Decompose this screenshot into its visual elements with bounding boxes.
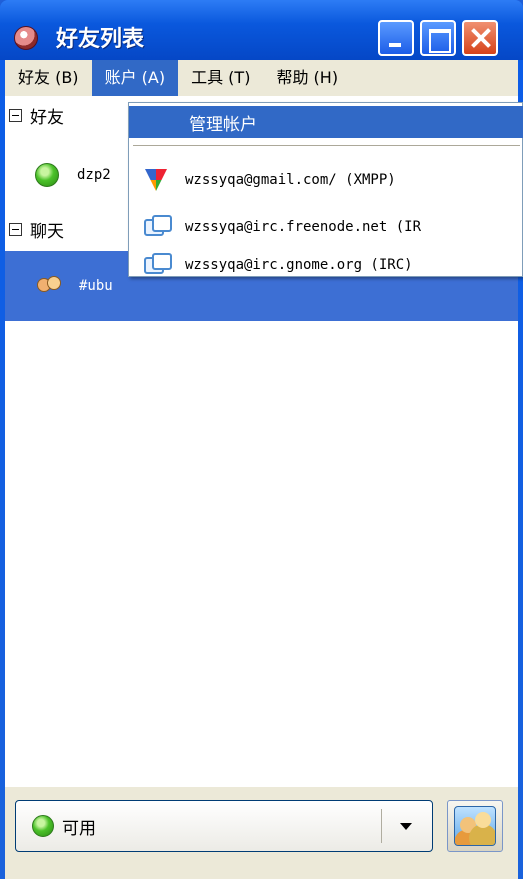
status-label: 可用 <box>62 818 96 839</box>
combo-divider <box>381 809 382 843</box>
minimize-button[interactable] <box>378 20 414 56</box>
group-label: 聊天 <box>30 221 64 242</box>
window-title: 好友列表 <box>56 27 145 52</box>
collapse-icon[interactable] <box>9 222 22 236</box>
menu-buddies[interactable]: 好友 (B) <box>5 60 92 96</box>
group-label: 好友 <box>30 107 64 128</box>
maximize-button[interactable] <box>420 20 456 56</box>
account-item-gnome[interactable]: wzssyqa@irc.gnome.org (IRC) <box>129 253 523 277</box>
chat-name: #ubu <box>79 278 113 294</box>
available-status-icon <box>35 163 59 187</box>
menu-help[interactable]: 帮助 (H) <box>263 60 351 96</box>
buddy-icon-button[interactable] <box>447 800 503 852</box>
menu-bar: 好友 (B) 账户 (A) 工具 (T) 帮助 (H) <box>5 60 518 96</box>
menu-separator <box>133 145 520 146</box>
status-bar: 可用 <box>5 787 518 879</box>
buddy-name: dzp2 <box>77 167 111 183</box>
collapse-icon[interactable] <box>9 108 22 122</box>
manage-accounts-item[interactable]: 管理帐户 <box>129 106 523 138</box>
avatar-icon <box>454 806 496 846</box>
xmpp-icon <box>143 167 169 193</box>
pidgin-app-icon <box>14 26 38 50</box>
irc-icon <box>143 253 172 277</box>
available-status-icon <box>32 815 54 837</box>
status-selector[interactable]: 可用 <box>15 800 433 852</box>
irc-icon <box>143 214 172 240</box>
chat-room-icon <box>35 274 61 298</box>
account-label: wzssyqa@irc.freenode.net (IR <box>185 219 422 235</box>
chevron-down-icon[interactable] <box>400 822 412 830</box>
menu-accounts[interactable]: 账户 (A) <box>91 60 179 96</box>
account-item-xmpp[interactable]: wzssyqa@gmail.com/ (XMPP) <box>129 160 523 200</box>
title-bar[interactable]: 好友列表 <box>0 0 523 60</box>
account-label: wzssyqa@gmail.com/ (XMPP) <box>185 172 396 188</box>
account-item-freenode[interactable]: wzssyqa@irc.freenode.net (IR <box>129 207 523 247</box>
close-button[interactable] <box>462 20 498 56</box>
account-label: wzssyqa@irc.gnome.org (IRC) <box>185 257 413 273</box>
accounts-dropdown-menu: 管理帐户 wzssyqa@gmail.com/ (XMPP) wzssyqa@i… <box>128 102 523 277</box>
menu-tools[interactable]: 工具 (T) <box>178 60 263 96</box>
